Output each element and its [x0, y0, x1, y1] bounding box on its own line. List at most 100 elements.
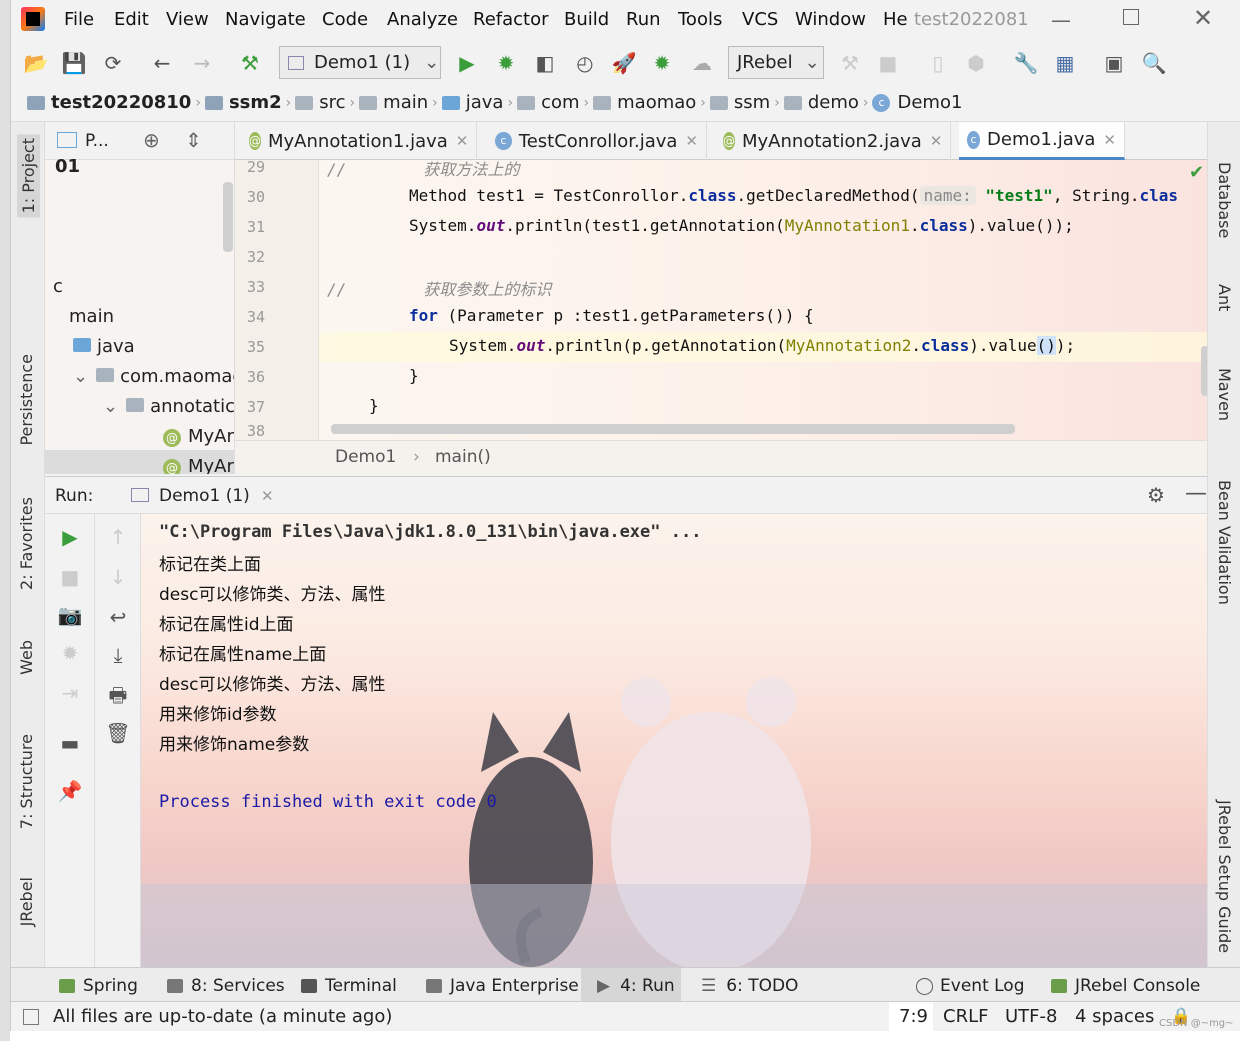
tab-jrebel-console[interactable]: JRebel Console: [1051, 976, 1200, 996]
tree-item-package[interactable]: ⌄ com.maomac: [73, 366, 234, 387]
attach-icon[interactable]: ☁: [689, 50, 715, 76]
tab-todo[interactable]: ☰ 6: TODO: [701, 976, 798, 996]
deploy-icon[interactable]: ⬢: [963, 50, 989, 76]
tab-myannotation2[interactable]: @ MyAnnotation2.java ✕: [715, 122, 951, 160]
run-config-select[interactable]: Demo1 (1) ⌄: [279, 46, 441, 79]
back-icon[interactable]: ←: [149, 50, 175, 76]
tab-testconrollor[interactable]: c TestConrollor.java ✕: [487, 122, 707, 160]
close-window-icon[interactable]: ✕: [1193, 4, 1213, 32]
stop-icon[interactable]: ■: [57, 564, 83, 590]
run-tab[interactable]: Demo1 (1): [159, 486, 250, 506]
stop-icon[interactable]: ■: [875, 50, 901, 76]
menu-run[interactable]: Run: [626, 9, 661, 30]
tab-myannotation1[interactable]: @ MyAnnotation1.java ✕: [241, 122, 477, 160]
settings-wrench-icon[interactable]: 🔧: [1013, 50, 1039, 76]
tree-item-annotation-file[interactable]: @ MyAr: [163, 456, 234, 474]
crumb-class[interactable]: Demo1: [897, 92, 962, 113]
tab-web[interactable]: Web: [17, 640, 36, 675]
menu-vcs[interactable]: VCS: [742, 9, 778, 30]
pin-icon[interactable]: 📌: [57, 778, 83, 804]
collapse-icon[interactable]: ⇕: [185, 128, 202, 152]
crumb-ssm[interactable]: ssm: [734, 92, 770, 113]
tab-event-log[interactable]: ◯ Event Log: [915, 976, 1025, 996]
crumb-method[interactable]: main(): [435, 447, 491, 467]
menu-code[interactable]: Code: [322, 9, 368, 30]
menu-navigate[interactable]: Navigate: [225, 9, 306, 30]
gear-icon[interactable]: ⚙: [1147, 483, 1165, 507]
indent-setting[interactable]: 4 spaces: [1075, 1006, 1154, 1027]
tab-project[interactable]: 1: Project: [17, 134, 40, 218]
tree-item-main[interactable]: main: [69, 306, 114, 327]
crumb-main[interactable]: main: [383, 92, 428, 113]
device-icon[interactable]: ▯: [925, 50, 951, 76]
tab-maven[interactable]: Maven: [1215, 368, 1234, 421]
presentation-icon[interactable]: ▣: [1101, 50, 1127, 76]
crumb-com[interactable]: com: [541, 92, 579, 113]
down-icon[interactable]: ↓: [105, 564, 131, 590]
project-view-select[interactable]: P...: [85, 131, 109, 151]
hammer-disabled-icon[interactable]: ⚒: [837, 50, 863, 76]
crumb-project[interactable]: test20220810: [51, 92, 191, 113]
scroll-to-end-icon[interactable]: ⤓: [105, 642, 131, 668]
tab-terminal[interactable]: Terminal: [301, 976, 397, 996]
file-encoding[interactable]: UTF-8: [1005, 1006, 1057, 1027]
print-icon[interactable]: 🖶: [105, 682, 131, 708]
open-folder-icon[interactable]: 📂: [23, 50, 49, 76]
crumb-maomao[interactable]: maomao: [617, 92, 696, 113]
tree-item-annotation-file[interactable]: @ MyAr: [163, 426, 234, 447]
line-separator[interactable]: CRLF: [943, 1006, 988, 1027]
debug-icon[interactable]: ✹: [57, 640, 83, 666]
menu-build[interactable]: Build: [564, 9, 609, 30]
menu-refactor[interactable]: Refactor: [473, 9, 549, 30]
trash-icon[interactable]: 🗑: [105, 720, 131, 746]
code-editor[interactable]: 29 30 31 32 33 34 35 36 37 38 ✔ // 获取方法上…: [235, 160, 1207, 440]
menu-help[interactable]: He: [883, 9, 908, 30]
close-icon[interactable]: ✕: [261, 487, 274, 505]
tree-item-java[interactable]: java: [73, 336, 135, 357]
jrebel-run-icon[interactable]: 🚀: [611, 50, 637, 76]
close-icon[interactable]: ✕: [685, 132, 698, 150]
tab-services[interactable]: 8: Services: [167, 976, 285, 996]
up-icon[interactable]: ↑: [105, 524, 131, 550]
coverage-icon[interactable]: ◧: [532, 50, 558, 76]
build-hammer-icon[interactable]: ⚒: [237, 50, 263, 76]
crumb-class[interactable]: Demo1: [335, 447, 396, 467]
menu-edit[interactable]: Edit: [114, 9, 149, 30]
layout-icon[interactable]: ▬: [57, 730, 83, 756]
tab-jrebel[interactable]: JRebel: [17, 877, 36, 926]
tab-jrebel-setup-guide[interactable]: JRebel Setup Guide: [1215, 800, 1234, 953]
scrollbar[interactable]: [223, 182, 233, 252]
jrebel-select[interactable]: JRebel ⌄: [728, 46, 824, 79]
profile-icon[interactable]: ◴: [572, 50, 598, 76]
tab-run[interactable]: ▶ 4: Run: [597, 976, 675, 996]
debug-icon[interactable]: ✹: [493, 50, 519, 76]
tab-bean-validation[interactable]: Bean Validation: [1215, 480, 1234, 605]
soft-wrap-icon[interactable]: ↩: [105, 604, 131, 630]
menu-view[interactable]: View: [166, 9, 209, 30]
tab-favorites[interactable]: 2: Favorites: [17, 497, 36, 590]
close-icon[interactable]: ✕: [1103, 131, 1116, 149]
toggle-panels-icon[interactable]: [23, 1009, 39, 1025]
exit-icon[interactable]: ⇥: [57, 680, 83, 706]
close-icon[interactable]: ✕: [456, 132, 469, 150]
vertical-scrollbar[interactable]: [1201, 346, 1207, 396]
rerun-icon[interactable]: ▶: [57, 524, 83, 550]
save-icon[interactable]: 💾: [61, 50, 87, 76]
horizontal-scrollbar[interactable]: [331, 424, 1015, 434]
menu-file[interactable]: File: [64, 9, 94, 30]
run-icon[interactable]: ▶: [454, 50, 480, 76]
camera-icon[interactable]: 📷: [57, 602, 83, 628]
tab-java-enterprise[interactable]: Java Enterprise: [426, 976, 579, 996]
maximize-icon[interactable]: [1123, 9, 1139, 25]
tree-item[interactable]: c: [53, 276, 63, 297]
search-icon[interactable]: 🔍: [1141, 50, 1167, 76]
jrebel-debug-icon[interactable]: ✹: [649, 50, 675, 76]
menu-tools[interactable]: Tools: [678, 9, 722, 30]
sync-icon[interactable]: ⟳: [100, 50, 126, 76]
locate-icon[interactable]: ⊕: [143, 128, 160, 152]
tab-spring[interactable]: Spring: [59, 976, 138, 996]
tab-demo1[interactable]: c Demo1.java ✕: [959, 122, 1125, 160]
close-icon[interactable]: ✕: [930, 132, 943, 150]
tree-item-annotation[interactable]: ⌄ annotatic: [103, 396, 234, 417]
tab-persistence[interactable]: Persistence: [17, 354, 36, 446]
